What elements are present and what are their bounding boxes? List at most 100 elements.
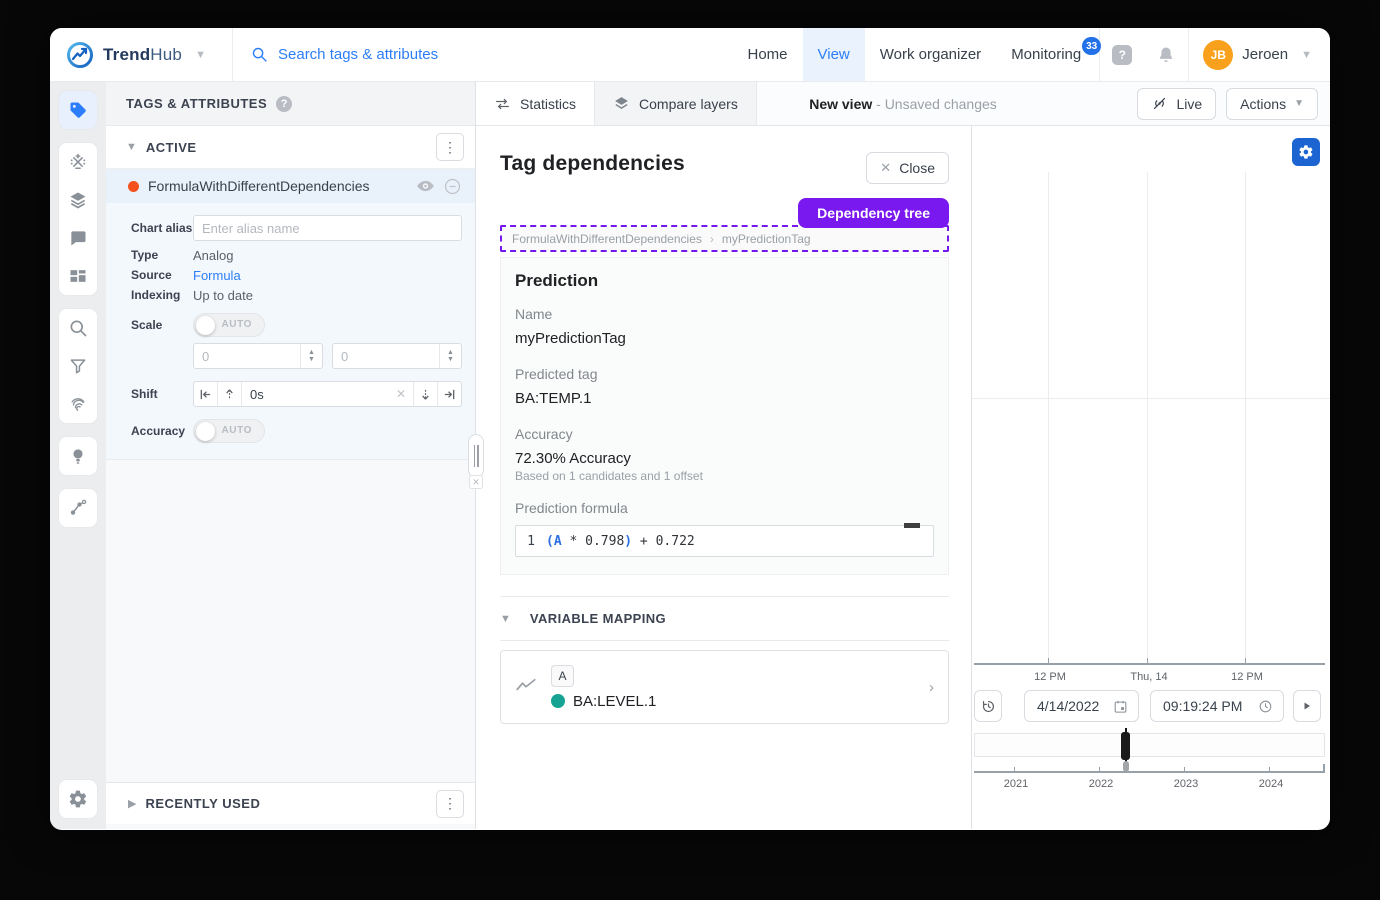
prediction-name-label: Name [515,306,934,322]
close-dependencies-button[interactable]: ✕ Close [866,152,949,184]
code-line-number: 1 [516,534,546,549]
graph-nodes-icon [68,498,88,518]
shift-value[interactable]: 0s [242,382,389,406]
shift-start-button[interactable] [194,382,218,406]
rail-layers-button[interactable] [59,181,97,219]
scale-min-input[interactable] [194,349,300,364]
code-scrollbar[interactable] [904,523,920,528]
bell-icon [1156,45,1176,65]
gridline [1245,172,1246,663]
shift-back-button[interactable] [218,382,242,406]
formula-code: (A * 0.798) + 0.722 [546,534,695,549]
spinner-arrows[interactable]: ▲▼ [300,344,322,368]
calendar-icon [1113,699,1128,714]
shift-left-icon [223,388,236,401]
compare-layers-icon [613,95,630,112]
nav-item-monitoring[interactable]: Monitoring 33 [996,28,1099,81]
spinner-arrows[interactable]: ▲▼ [439,344,461,368]
brand-chevron-down-icon[interactable]: ▼ [195,49,206,61]
remove-tag-icon[interactable] [444,178,461,195]
recently-used-chevron-right-icon[interactable]: ▶ [128,797,136,810]
variable-mapping-row[interactable]: A BA:LEVEL.1 › [500,650,949,724]
notifications-button[interactable] [1144,28,1188,81]
year-tick-label: 2024 [1259,778,1283,790]
rail-dashboard-button[interactable] [59,257,97,295]
gridline [972,398,1330,399]
breadcrumb-root[interactable]: FormulaWithDifferentDependencies [512,232,702,246]
trend-line-icon [515,678,537,692]
nav-menu: Home View Work organizer Monitoring 33 ?… [732,28,1330,81]
gridline [1048,172,1049,663]
recently-used-menu-button[interactable]: ⋮ [436,790,464,818]
source-label: Source [131,268,193,282]
scale-max-input[interactable] [333,349,439,364]
panel-resize-handle[interactable] [468,434,484,478]
nav-item-work-organizer[interactable]: Work organizer [865,28,996,81]
variable-mapping-chevron-down-icon[interactable]: ▼ [500,613,511,625]
active-chevron-down-icon[interactable]: ▼ [126,141,137,153]
active-menu-button[interactable]: ⋮ [436,133,464,161]
time-axis-tick-label: Thu, 14 [1130,671,1167,683]
timeline-overview[interactable] [974,733,1325,757]
rail-dependencies-button[interactable] [59,489,97,527]
rail-recommendations-button[interactable] [59,437,97,475]
rail-comments-button[interactable] [59,219,97,257]
shift-end-button[interactable] [437,382,461,406]
tags-help-icon[interactable]: ? [276,96,292,112]
active-section-header[interactable]: ▼ ACTIVE ⋮ [106,126,475,169]
clock-icon [1258,699,1273,714]
date-picker-field[interactable]: 4/14/2022 [1024,690,1139,722]
formula-operators-icon [68,152,88,172]
accuracy-auto-toggle[interactable]: AUTO [193,419,265,443]
timeline-marker-handle[interactable] [1121,732,1130,760]
rail-tags-button[interactable] [59,91,97,129]
active-tag-row[interactable]: FormulaWithDifferentDependencies [106,169,475,203]
filter-funnel-icon [68,356,88,376]
time-history-button[interactable] [974,690,1002,722]
search-input[interactable] [278,46,598,63]
nav-item-home[interactable]: Home [732,28,802,81]
help-button[interactable]: ? [1100,28,1144,81]
dependency-tree-button[interactable]: Dependency tree [798,198,949,228]
user-menu[interactable]: JB Jeroen ▼ [1189,40,1330,70]
type-value: Analog [193,248,233,263]
chart-settings-button[interactable] [1292,138,1320,166]
shift-clear-icon[interactable]: ✕ [389,382,413,406]
rail-search-button[interactable] [59,309,97,347]
avatar: JB [1203,40,1233,70]
triangle-right-icon [1302,701,1312,711]
formula-code-editor[interactable]: 1 (A * 0.798) + 0.722 [515,525,934,557]
panel-collapse-button[interactable]: ✕ [469,475,483,489]
rail-filter-button[interactable] [59,347,97,385]
time-value: 09:19:24 PM [1163,698,1242,714]
global-search [233,46,732,63]
variable-mapping-header[interactable]: ▼ VARIABLE MAPPING [500,596,949,641]
tag-name: FormulaWithDifferentDependencies [148,178,407,194]
predicted-tag-label: Predicted tag [515,366,934,382]
time-picker-field[interactable]: 09:19:24 PM [1150,690,1284,722]
rail-formulas-button[interactable] [59,143,97,181]
year-axis [974,771,1325,773]
breadcrumb-current: myPredictionTag [722,232,811,246]
source-link[interactable]: Formula [193,268,241,283]
actions-button[interactable]: Actions ▼ [1226,88,1318,120]
gridline [1147,172,1148,663]
tab-compare-layers[interactable]: Compare layers [595,82,757,125]
step-forward-button[interactable] [1293,690,1321,722]
rail-settings-button[interactable] [59,780,97,818]
shift-forward-button[interactable] [413,382,437,406]
brand[interactable]: TrendHub ▼ [50,41,232,69]
tab-statistics[interactable]: Statistics [476,82,595,125]
rail-fingerprint-button[interactable] [59,385,97,423]
live-button[interactable]: Live [1137,88,1216,120]
chart-panel: 12 PM Thu, 14 12 PM 4/14/2022 [972,126,1330,829]
recently-used-section-header[interactable]: ▶ RECENTLY USED ⋮ [106,782,475,824]
scale-auto-toggle[interactable]: AUTO [193,313,265,337]
visibility-eye-icon[interactable] [416,179,435,193]
tag-dependencies-panel: Tag dependencies ✕ Close Dependency tree… [476,126,972,829]
nav-item-view[interactable]: View [803,28,865,81]
accuracy-label: Accuracy [515,426,934,442]
indexing-value: Up to date [193,288,253,303]
scale-max-spinner: ▲▼ [332,343,462,369]
chart-alias-input[interactable] [193,215,462,241]
